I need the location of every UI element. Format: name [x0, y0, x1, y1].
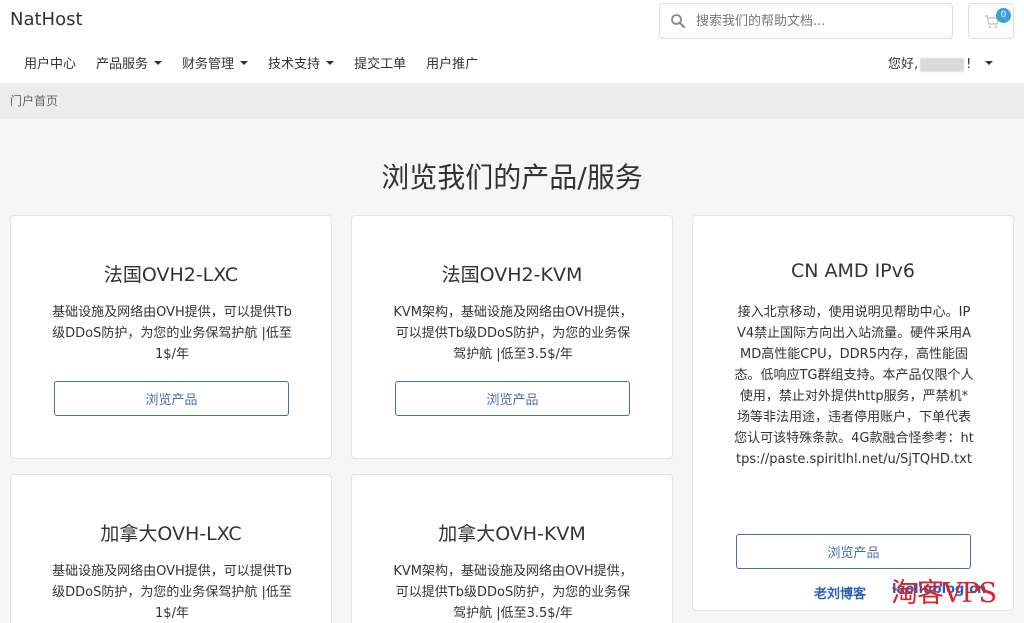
product-name: 法国OVH2-LXC [103, 264, 239, 286]
nav-item-label: 技术支持 [268, 57, 321, 72]
nav-item-user-center[interactable]: 用户中心 [14, 54, 86, 76]
product-name: 加拿大OVH-KVM [438, 523, 586, 545]
product-description: 基础设施及网络由OVH提供，可以提供Tb级DDoS防护，为您的业务保驾护航 |低… [52, 564, 292, 621]
browse-product-button[interactable]: 浏览产品 [736, 534, 971, 569]
nav-item-billing[interactable]: 财务管理 [172, 54, 258, 76]
user-greeting-prefix: 您好, [888, 57, 919, 72]
watermark-logo: 淘客VPS [891, 578, 997, 609]
caret-down-icon [240, 60, 249, 65]
caret-down-icon [154, 60, 163, 65]
search-box[interactable] [659, 3, 953, 39]
top-header: NatHost 0 用户中心 产品服务 财务管理 技术支持 提交工单 用户推广 … [0, 0, 1024, 83]
nav-item-label: 用户中心 [24, 57, 77, 72]
brand-logo[interactable]: NatHost [10, 9, 83, 30]
user-greeting-suffix: ! [966, 57, 972, 72]
search-input[interactable] [696, 4, 946, 38]
main-nav: 用户中心 产品服务 财务管理 技术支持 提交工单 用户推广 [14, 54, 488, 76]
nav-item-label: 提交工单 [354, 57, 407, 72]
nav-item-affiliates[interactable]: 用户推广 [416, 54, 488, 76]
breadcrumb: 门户首页 [0, 83, 1024, 119]
cart-button[interactable]: 0 [968, 3, 1014, 39]
nav-item-label: 财务管理 [182, 57, 235, 72]
page-title: 浏览我们的产品/服务 [381, 161, 643, 194]
browse-product-button[interactable]: 浏览产品 [395, 381, 630, 416]
product-card: 法国OVH2-KVM KVM架构，基础设施及网络由OVH提供，可以提供Tb级DD… [351, 215, 673, 459]
caret-down-icon [985, 60, 994, 65]
product-card: 法国OVH2-LXC 基础设施及网络由OVH提供，可以提供Tb级DDoS防护，为… [10, 215, 332, 459]
cart-count-badge: 0 [996, 8, 1011, 23]
nav-item-label: 用户推广 [426, 57, 479, 72]
product-card: 加拿大OVH-KVM KVM架构，基础设施及网络由OVH提供，可以提供Tb级DD… [351, 474, 673, 623]
nav-item-support[interactable]: 技术支持 [258, 54, 344, 76]
product-card: 加拿大OVH-LXC 基础设施及网络由OVH提供，可以提供Tb级DDoS防护，为… [10, 474, 332, 623]
search-icon [671, 14, 685, 28]
product-description: 基础设施及网络由OVH提供，可以提供Tb级DDoS防护，为您的业务保驾护航 |低… [52, 305, 292, 362]
watermark: 老刘博客 laoliublog.cn 淘客VPS [814, 578, 1024, 609]
product-description: KVM架构，基础设施及网络由OVH提供，可以提供Tb级DDoS防护，为您的业务保… [393, 305, 633, 362]
nav-item-label: 产品服务 [96, 57, 149, 72]
browse-product-button[interactable]: 浏览产品 [54, 381, 289, 416]
product-name: CN AMD IPv6 [791, 260, 915, 282]
nav-item-products[interactable]: 产品服务 [86, 54, 172, 76]
product-description: 接入北京移动，使用说明见帮助中心。IPV4禁止国际方向出入站流量。硬件采用AMD… [734, 305, 974, 467]
product-name: 加拿大OVH-LXC [100, 523, 242, 545]
product-card: CN AMD IPv6 接入北京移动，使用说明见帮助中心。IPV4禁止国际方向出… [692, 215, 1014, 611]
product-name: 法国OVH2-KVM [441, 264, 583, 286]
breadcrumb-home[interactable]: 门户首页 [10, 92, 58, 109]
product-description: KVM架构，基础设施及网络由OVH提供，可以提供Tb级DDoS防护，为您的业务保… [393, 564, 633, 621]
caret-down-icon [326, 60, 335, 65]
user-menu[interactable]: 您好,! [888, 54, 994, 76]
username-redacted [920, 57, 965, 72]
watermark-blog-text: 老刘博客 [814, 587, 867, 602]
nav-item-submit-ticket[interactable]: 提交工单 [344, 54, 416, 76]
